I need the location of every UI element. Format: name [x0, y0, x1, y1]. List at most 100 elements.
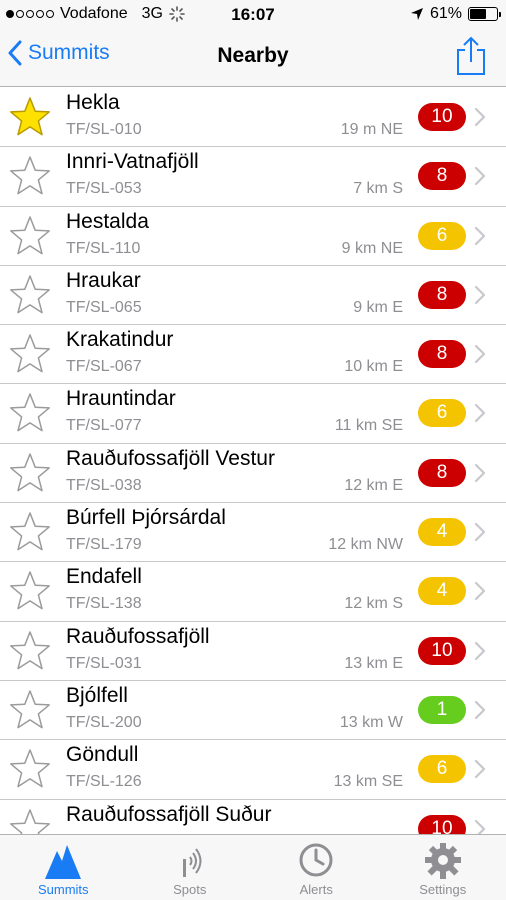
battery-level: [470, 9, 486, 19]
status-bar: Vodafone 3G 16:07 61%: [0, 0, 506, 30]
tab-summits[interactable]: Summits: [0, 835, 127, 900]
summit-row[interactable]: Bjólfell TF/SL-200 13 km W 1: [0, 681, 506, 741]
battery-percent: 61%: [429, 5, 462, 22]
summit-name: Hestalda: [66, 209, 149, 233]
gear-icon: [424, 843, 461, 879]
chevron-right-icon: [474, 700, 486, 720]
summit-name: Hrauntindar: [66, 387, 176, 411]
tab-spots-label: Spots: [173, 882, 207, 897]
chevron-right-icon: [474, 285, 486, 304]
chevron-right-icon: [474, 463, 486, 482]
favorite-star-icon[interactable]: [8, 807, 52, 835]
summit-name: Bjólfell: [66, 683, 128, 707]
summit-distance: 13 km W: [339, 713, 403, 731]
battery-icon: [468, 7, 501, 21]
summit-row[interactable]: Hestalda TF/SL-110 9 km NE 6: [0, 207, 506, 266]
mountain-icon: [45, 845, 82, 879]
tab-spots[interactable]: Spots: [127, 835, 254, 900]
summit-list[interactable]: Hekla TF/SL-010 19 m NE 10 Innri-Vatnafjöll T…: [0, 88, 506, 835]
favorite-star-icon[interactable]: [8, 747, 52, 791]
favorite-star-icon[interactable]: [8, 214, 52, 258]
points-badge: 8: [418, 280, 466, 309]
summit-name: Krakatindur: [66, 328, 174, 352]
chevron-right-icon: [474, 107, 486, 127]
tab-settings[interactable]: Settings: [380, 835, 506, 900]
points-badge: 6: [418, 755, 466, 784]
summit-name: Göndull: [66, 743, 139, 767]
favorite-star-icon[interactable]: [8, 154, 52, 198]
tab-alerts[interactable]: Alerts: [253, 835, 380, 900]
summit-reference: TF/SL-031: [66, 654, 142, 672]
tab-summits-label: Summits: [37, 882, 89, 897]
chevron-right-icon: [474, 582, 486, 601]
summit-distance: 11 km SE: [334, 417, 403, 435]
summit-reference: TF/SL-067: [66, 358, 142, 376]
summit-reference: TF/SL-110: [66, 239, 141, 257]
points-badge: 8: [418, 340, 466, 369]
chevron-right-icon: [474, 641, 486, 660]
chevron-right-icon: [474, 167, 486, 186]
favorite-star-icon[interactable]: [8, 569, 52, 613]
chevron-right-icon: [474, 404, 486, 423]
summit-name: Hekla: [66, 91, 120, 114]
favorite-star-icon[interactable]: [8, 95, 52, 139]
summit-row[interactable]: Rauðufossafjöll TF/SL-031 13 km E 10: [0, 622, 506, 681]
summit-reference: TF/SL-126: [66, 773, 142, 791]
summit-row[interactable]: Búrfell Þjórsárdal TF/SL-179 12 km NW 4: [0, 503, 506, 563]
share-icon[interactable]: [454, 36, 488, 76]
favorite-star-icon[interactable]: [8, 451, 52, 495]
summit-distance: 7 km S: [353, 180, 403, 198]
page-title: Nearby: [217, 44, 289, 67]
summit-reference: TF/SL-077: [66, 417, 142, 435]
summit-row[interactable]: Hrauntindar TF/SL-077 11 km SE 6: [0, 384, 506, 444]
summit-distance: 13 km SE: [333, 773, 403, 791]
summit-distance: 12 km E: [344, 476, 403, 494]
summit-distance: 10 km E: [344, 358, 403, 376]
chevron-right-icon: [474, 345, 486, 364]
summit-name: Rauðufossafjöll: [66, 624, 210, 648]
summit-reference: TF/SL-138: [66, 595, 142, 613]
tab-bar: Summits Spots Alerts Settings: [0, 834, 506, 900]
summit-row[interactable]: Endafell TF/SL-138 12 km S 4: [0, 562, 506, 622]
summit-distance: 12 km S: [344, 595, 403, 613]
points-badge: 6: [418, 221, 466, 250]
location-arrow-icon: [410, 8, 423, 20]
points-badge: 6: [418, 399, 466, 428]
points-badge: 4: [418, 518, 466, 547]
summit-row[interactable]: Innri-Vatnafjöll TF/SL-053 7 km S 8: [0, 147, 506, 207]
points-badge: 4: [418, 577, 466, 606]
summit-distance: 12 km NW: [328, 536, 403, 554]
summit-reference: TF/SL-200: [66, 713, 142, 731]
summit-row[interactable]: Göndull TF/SL-126 13 km SE 6: [0, 740, 506, 800]
summit-row[interactable]: Hekla TF/SL-010 19 m NE 10: [0, 88, 506, 148]
summit-reference: TF/SL-179: [66, 536, 142, 554]
summit-name: Búrfell Þjórsárdal: [66, 506, 226, 530]
points-badge: 10: [418, 636, 466, 665]
favorite-star-icon[interactable]: [8, 332, 52, 376]
summit-row[interactable]: Hraukar TF/SL-065 9 km E 8: [0, 266, 506, 326]
points-badge: 1: [418, 695, 466, 724]
points-badge: 10: [418, 814, 466, 835]
navigation-bar: Summits Nearby: [0, 30, 506, 87]
summit-reference: TF/SL-038: [66, 476, 142, 494]
summit-name: Innri-Vatnafjöll: [66, 150, 199, 174]
summit-row[interactable]: Krakatindur TF/SL-067 10 km E 8: [0, 325, 506, 385]
summit-row[interactable]: Rauðufossafjöll Vestur TF/SL-038 12 km E 8: [0, 444, 506, 504]
chevron-right-icon: [474, 522, 486, 542]
summit-distance: 13 km E: [344, 654, 403, 672]
summit-reference: TF/SL-065: [66, 298, 142, 316]
summit-reference: TF/SL-053: [66, 180, 142, 198]
favorite-star-icon[interactable]: [8, 629, 52, 673]
summit-distance: 9 km NE: [341, 239, 403, 257]
antenna-icon: [182, 848, 202, 877]
points-badge: 8: [418, 162, 466, 191]
favorite-star-icon[interactable]: [8, 688, 52, 732]
favorite-star-icon[interactable]: [8, 510, 52, 554]
favorite-star-icon[interactable]: [8, 273, 52, 317]
chevron-right-icon: [474, 819, 486, 835]
points-badge: 10: [418, 103, 466, 131]
summit-distance: 9 km E: [353, 298, 403, 316]
summit-name: Rauðufossafjöll Vestur: [66, 446, 275, 470]
summit-row[interactable]: Rauðufossafjöll Suður 10: [0, 800, 506, 835]
favorite-star-icon[interactable]: [8, 391, 52, 435]
